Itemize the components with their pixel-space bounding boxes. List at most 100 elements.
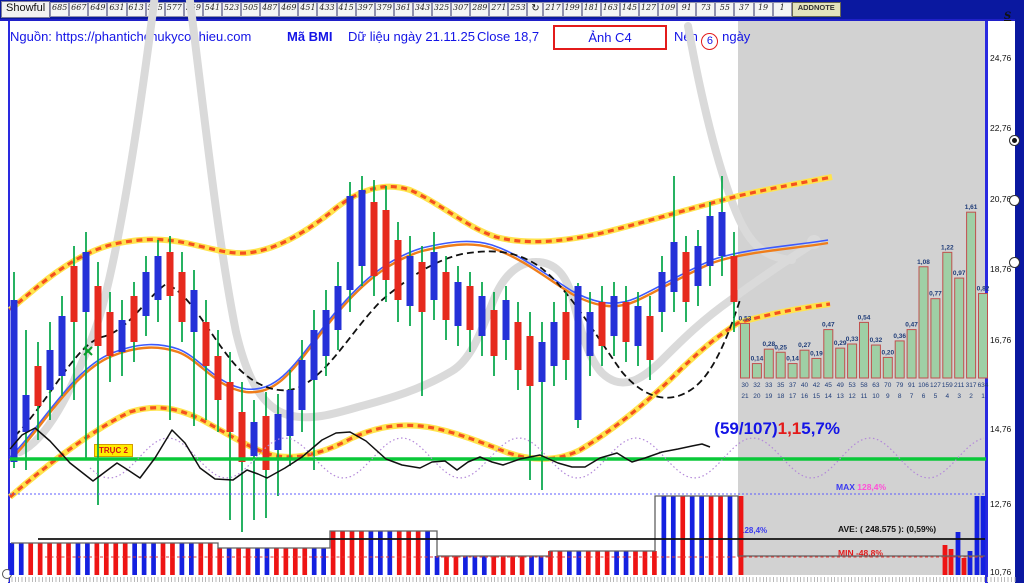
- cycle-histogram-bar: [883, 357, 892, 378]
- candle-body: [671, 242, 678, 292]
- cycle-histogram-value: 0,14: [786, 356, 799, 363]
- candle-body: [563, 312, 570, 360]
- candle-body: [527, 336, 534, 386]
- cycle-histogram-value: 0,77: [929, 291, 942, 298]
- radio-option-2[interactable]: [1009, 195, 1020, 206]
- candle-body: [443, 272, 450, 320]
- cycle-histogram-x2: 6: [922, 393, 926, 400]
- momentum-bar: [482, 556, 487, 575]
- momentum-bar: [95, 543, 100, 575]
- momentum-bar-future: [943, 545, 948, 575]
- momentum-bar: [709, 496, 714, 575]
- candle-body: [683, 252, 690, 302]
- momentum-bar: [189, 543, 194, 575]
- cycle-histogram-bar: [741, 323, 750, 378]
- momentum-bar: [539, 556, 544, 575]
- cycle-histogram-bar: [943, 252, 952, 378]
- momentum-bar: [699, 496, 704, 575]
- cycle-histogram-bar: [967, 212, 976, 378]
- momentum-bar-future: [962, 558, 967, 575]
- cycle-histogram-x1: 42: [813, 382, 821, 389]
- momentum-bar: [567, 551, 572, 575]
- radio-option-3[interactable]: [1009, 257, 1020, 268]
- momentum-bar: [586, 551, 591, 575]
- momentum-bar: [662, 496, 667, 575]
- cycle-histogram-bar: [776, 352, 785, 378]
- momentum-bar: [151, 543, 156, 575]
- candle-body: [311, 330, 318, 380]
- cycle-histogram-x1: 33: [765, 382, 773, 389]
- cycle-histogram-value: 0,47: [905, 322, 918, 329]
- cycle-histogram-x2: 8: [898, 393, 902, 400]
- candle-body: [395, 240, 402, 300]
- momentum-bar: [473, 556, 478, 575]
- momentum-bar: [624, 551, 629, 575]
- momentum-bar: [435, 556, 440, 575]
- momentum-bar: [47, 543, 52, 575]
- cycle-histogram-value: 1,08: [917, 259, 930, 266]
- cycle-histogram-x2: 20: [753, 393, 761, 400]
- momentum-bar: [104, 543, 109, 575]
- momentum-bar: [340, 531, 345, 575]
- momentum-bar: [302, 548, 307, 575]
- momentum-bar: [170, 543, 175, 575]
- cycle-histogram-x2: 3: [957, 393, 961, 400]
- cycle-histogram-x2: 19: [765, 393, 773, 400]
- momentum-bar: [350, 531, 355, 575]
- momentum-bar: [227, 548, 232, 575]
- momentum-bar: [605, 551, 610, 575]
- candle-body: [551, 322, 558, 366]
- radio-option-1[interactable]: [1009, 135, 1020, 146]
- momentum-bar: [321, 548, 326, 575]
- candle-body: [407, 256, 414, 306]
- cycle-histogram-x1: 317: [966, 382, 977, 389]
- momentum-bar: [359, 531, 364, 575]
- cycle-histogram-x1: 211: [954, 382, 965, 389]
- candle-body: [335, 286, 342, 330]
- bar-top-step-line: [11, 496, 985, 556]
- candle-body: [347, 196, 354, 290]
- cycle-histogram-x1: 45: [825, 382, 833, 389]
- candle-body: [455, 282, 462, 326]
- momentum-bar: [265, 548, 270, 575]
- cycle-histogram-x2: 5: [934, 393, 938, 400]
- candle-body: [59, 316, 66, 376]
- cycle-histogram-x2: 16: [801, 393, 809, 400]
- cycle-histogram-bar: [788, 364, 797, 378]
- candle-body: [623, 302, 630, 342]
- momentum-bar: [9, 543, 14, 575]
- s-link[interactable]: S: [1004, 11, 1011, 22]
- candle-body: [359, 190, 366, 266]
- cycle-histogram-value: 0,27: [798, 342, 811, 349]
- momentum-bar: [331, 531, 336, 575]
- candle-body: [263, 416, 270, 470]
- cycle-histogram-bar: [871, 345, 880, 378]
- cycle-histogram-value: 0,82: [977, 286, 990, 293]
- cycle-histogram-x2: 14: [825, 393, 833, 400]
- cycle-histogram-bar: [979, 294, 988, 378]
- cycle-histogram-x1: 49: [837, 382, 845, 389]
- candle-body: [599, 302, 606, 346]
- candle-body: [191, 290, 198, 332]
- cycle-histogram-x2: 15: [813, 393, 821, 400]
- cycle-histogram-value: 0,14: [751, 356, 764, 363]
- cycle-histogram-bar: [955, 278, 964, 378]
- candle-body: [23, 395, 30, 432]
- momentum-bar: [66, 543, 71, 575]
- main-chart-canvas: 0,5330210,1432200,2833190,2535180,143717…: [0, 0, 1024, 583]
- candle-body: [95, 286, 102, 346]
- candle-body: [83, 252, 90, 312]
- candle-body: [695, 246, 702, 286]
- momentum-bar: [425, 531, 430, 575]
- cycle-histogram-value: 1,22: [941, 244, 954, 251]
- momentum-bar: [274, 548, 279, 575]
- cycle-histogram-x1: 35: [777, 382, 785, 389]
- cycle-histogram-x1: 106: [918, 382, 929, 389]
- cycle-histogram-bar: [800, 350, 809, 378]
- cycle-histogram-x1: 32: [753, 382, 761, 389]
- momentum-bar: [633, 551, 638, 575]
- momentum-bar: [198, 543, 203, 575]
- candle-body: [71, 266, 78, 322]
- candle-body: [419, 262, 426, 312]
- candle-body: [47, 350, 54, 390]
